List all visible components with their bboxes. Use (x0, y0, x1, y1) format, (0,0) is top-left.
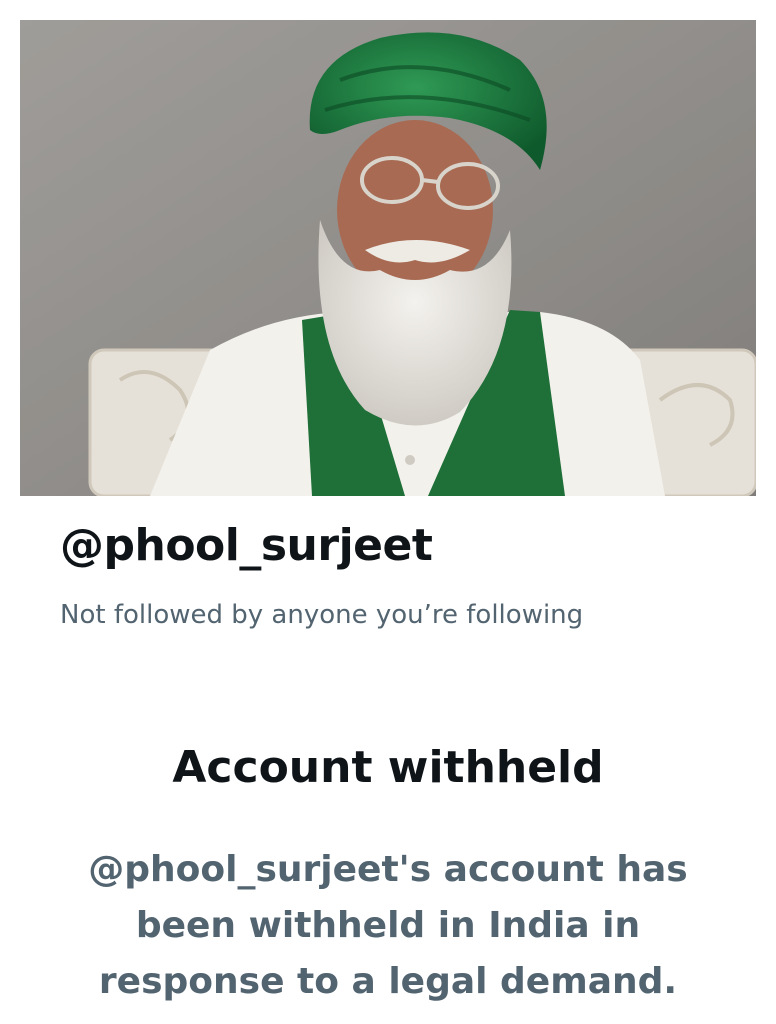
account-withheld-message: @phool_surjeet's account has been withhe… (88, 849, 688, 1002)
account-withheld-title: Account withheld (172, 742, 604, 793)
followers-you-know-text: Not followed by anyone you’re following (60, 600, 584, 630)
profile-handle: @phool_surjeet (60, 520, 433, 571)
portrait-image (20, 20, 756, 496)
profile-banner-photo[interactable] (20, 20, 756, 496)
